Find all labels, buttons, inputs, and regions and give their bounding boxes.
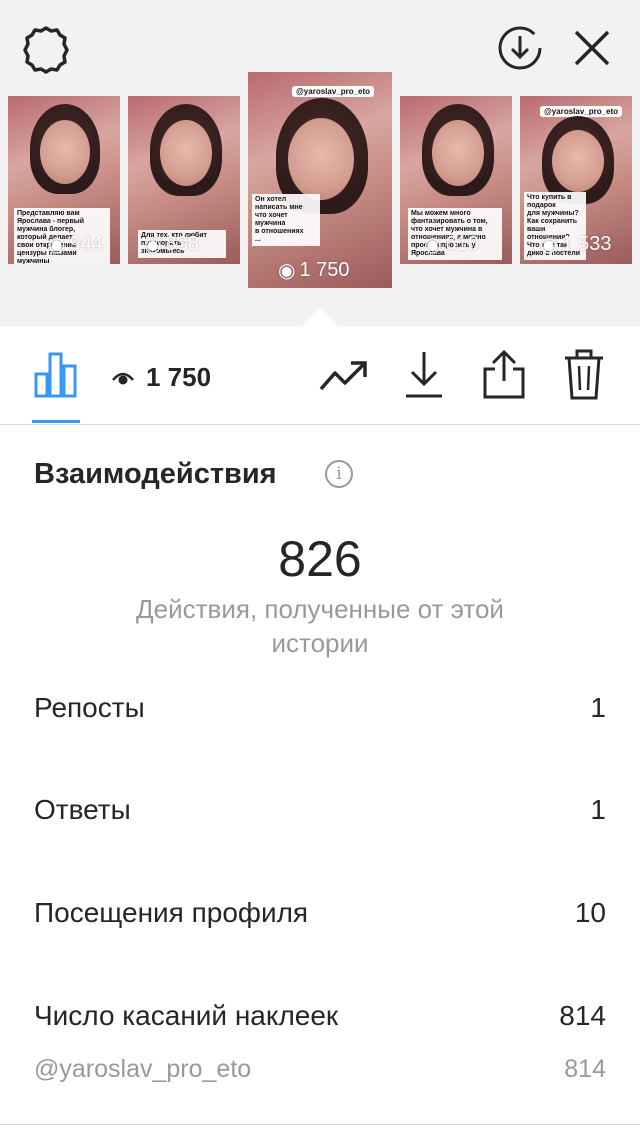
save-story-button[interactable] — [494, 22, 546, 74]
metric-value: 1 — [590, 692, 606, 723]
metric-value: 10 — [574, 897, 606, 928]
insights-tab[interactable] — [30, 348, 82, 400]
download-circle-icon — [498, 26, 542, 70]
story-thumbnail[interactable]: Мы можем много фантазировать о том, что … — [400, 96, 512, 264]
sticker-mention-label: @yaroslav_pro_eto — [34, 1055, 252, 1083]
eye-icon: ◉ — [278, 260, 296, 282]
metric-row-profile-visits: Посещения профиля 10 — [34, 897, 606, 929]
metric-row-sticker-mention: @yaroslav_pro_eto 814 — [34, 1055, 606, 1084]
story-thumbnail-selected[interactable]: @yaroslav_pro_eto Он хотел написать мне … — [248, 72, 392, 288]
story-mention-sticker: @yaroslav_pro_eto — [292, 86, 375, 97]
story-views: ◉ 1 750 — [278, 259, 350, 282]
trash-icon — [565, 349, 603, 400]
story-header-area: Представляю вам Ярослава - первый мужчин… — [0, 0, 640, 326]
insights-toolbar: 1 750 — [0, 326, 640, 425]
eye-icon: ◉ — [424, 234, 442, 256]
story-views: ◉ 838 — [144, 233, 199, 256]
metric-label: Ответы — [34, 794, 131, 825]
bar-chart-icon — [34, 352, 77, 398]
interactions-total: 826 — [278, 531, 362, 587]
interactions-title: Взаимодействия — [34, 458, 277, 490]
story-views: ◉ 610 — [424, 233, 479, 256]
close-button[interactable] — [568, 24, 616, 72]
metric-label: Репосты — [34, 692, 145, 723]
download-icon — [406, 352, 442, 398]
trending-icon — [319, 361, 367, 391]
settings-button[interactable] — [18, 22, 74, 78]
story-thumbnail[interactable]: Представляю вам Ярослава - первый мужчин… — [8, 96, 120, 264]
story-views: ◉ 1 533 — [540, 233, 612, 256]
share-icon — [483, 349, 525, 399]
info-icon[interactable]: i — [325, 460, 353, 488]
metric-value: 814 — [559, 1000, 606, 1031]
metric-label: Посещения профиля — [34, 897, 309, 928]
story-caption: Он хотел написать мне что хочет мужчина … — [252, 194, 320, 246]
close-icon — [574, 30, 610, 66]
metric-label: Число касаний наклеек — [34, 1000, 339, 1031]
metric-value: 1 — [590, 794, 606, 825]
story-thumbnail[interactable]: @yaroslav_pro_eto Что купить в подарок д… — [520, 96, 632, 264]
bottom-divider — [0, 1124, 640, 1125]
eye-icon: ◉ — [144, 234, 162, 256]
metric-row-replies: Ответы 1 — [34, 794, 606, 826]
metric-row-reposts: Репосты 1 — [34, 692, 606, 724]
selected-story-pointer — [302, 308, 338, 326]
story-views: ◉ 944 — [48, 233, 103, 256]
story-thumbnail[interactable]: Для тех, кто любит поговорить - знакомьт… — [128, 96, 240, 264]
delete-button[interactable] — [558, 346, 610, 404]
interactions-total-label: Действия, полученные от этой истории — [136, 594, 504, 658]
metric-row-sticker-taps: Число касаний наклеек 814 — [34, 1000, 606, 1032]
gear-icon — [23, 26, 69, 74]
sticker-mention-value: 814 — [564, 1055, 606, 1083]
eye-icon — [112, 372, 134, 384]
eye-icon: ◉ — [540, 234, 558, 256]
share-button[interactable] — [478, 346, 530, 404]
active-tab-indicator — [32, 420, 80, 423]
promote-button[interactable] — [316, 354, 372, 398]
story-view-count: 1 750 — [112, 362, 211, 393]
eye-icon: ◉ — [48, 234, 66, 256]
download-button[interactable] — [400, 348, 448, 402]
